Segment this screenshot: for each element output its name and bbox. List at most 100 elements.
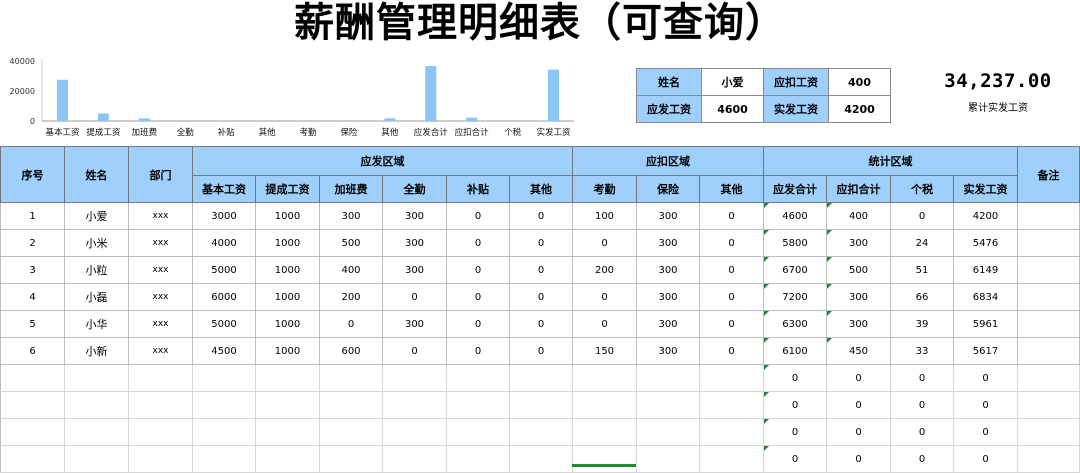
- cell-dept[interactable]: xxx: [128, 229, 193, 257]
- cell-insurance[interactable]: 300: [636, 202, 700, 230]
- cell-name[interactable]: [64, 445, 129, 473]
- cell-insurance[interactable]: [636, 364, 700, 392]
- cell-overtime[interactable]: 200: [319, 283, 383, 311]
- cell-tax[interactable]: 0: [890, 364, 954, 392]
- cell-commission[interactable]: 1000: [255, 283, 320, 311]
- cell-commission[interactable]: [255, 364, 320, 392]
- cell-other-deduct[interactable]: 0: [699, 229, 764, 257]
- cell-attendance-bonus[interactable]: 0: [382, 337, 447, 365]
- cell-deduct[interactable]: 0: [826, 418, 891, 446]
- cell-base[interactable]: 5000: [192, 256, 256, 284]
- cell-remark[interactable]: [1017, 364, 1080, 392]
- cell-other-pay[interactable]: 0: [509, 283, 573, 311]
- cell-name[interactable]: 小新: [64, 337, 129, 365]
- cell-tax[interactable]: 33: [890, 337, 954, 365]
- cell-other-deduct[interactable]: 0: [699, 202, 764, 230]
- cell-net[interactable]: 0: [953, 445, 1018, 473]
- cell-allowance[interactable]: 0: [446, 283, 510, 311]
- cell-other-deduct[interactable]: 0: [699, 310, 764, 338]
- cell-dept[interactable]: xxx: [128, 202, 193, 230]
- cell-insurance[interactable]: 300: [636, 283, 700, 311]
- cell-remark[interactable]: [1017, 229, 1080, 257]
- cell-no[interactable]: 5: [0, 310, 65, 338]
- cell-base[interactable]: 4000: [192, 229, 256, 257]
- cell-remark[interactable]: [1017, 283, 1080, 311]
- cell-tax[interactable]: 0: [890, 418, 954, 446]
- cell-dept[interactable]: xxx: [128, 283, 193, 311]
- cell-remark[interactable]: [1017, 445, 1080, 473]
- cell-base[interactable]: [192, 391, 256, 419]
- cell-attendance-bonus[interactable]: [382, 364, 447, 392]
- cell-insurance[interactable]: [636, 418, 700, 446]
- cell-net[interactable]: 5617: [953, 337, 1018, 365]
- cell-dept[interactable]: [128, 391, 193, 419]
- cell-commission[interactable]: 1000: [255, 202, 320, 230]
- cell-other-deduct[interactable]: [699, 391, 764, 419]
- cell-allowance[interactable]: [446, 445, 510, 473]
- cell-absence[interactable]: [572, 391, 637, 419]
- cell-allowance[interactable]: 0: [446, 202, 510, 230]
- cell-tax[interactable]: 51: [890, 256, 954, 284]
- cell-absence[interactable]: [572, 445, 637, 473]
- cell-no[interactable]: 4: [0, 283, 65, 311]
- cell-insurance[interactable]: 300: [636, 337, 700, 365]
- cell-dept[interactable]: [128, 418, 193, 446]
- cell-commission[interactable]: [255, 445, 320, 473]
- cell-name[interactable]: 小爱: [64, 202, 129, 230]
- cell-tax[interactable]: 0: [890, 391, 954, 419]
- cell-name[interactable]: 小磊: [64, 283, 129, 311]
- cell-overtime[interactable]: 500: [319, 229, 383, 257]
- cell-insurance[interactable]: 300: [636, 256, 700, 284]
- cell-base[interactable]: [192, 418, 256, 446]
- cell-net[interactable]: 4200: [953, 202, 1018, 230]
- cell-net[interactable]: 0: [953, 364, 1018, 392]
- cell-overtime[interactable]: [319, 445, 383, 473]
- cell-no[interactable]: [0, 418, 65, 446]
- cell-attendance-bonus[interactable]: 300: [382, 202, 447, 230]
- cell-absence[interactable]: [572, 418, 637, 446]
- cell-net[interactable]: 6834: [953, 283, 1018, 311]
- cell-attendance-bonus[interactable]: [382, 445, 447, 473]
- cell-deduct[interactable]: 0: [826, 364, 891, 392]
- cell-gross[interactable]: 5800: [763, 229, 827, 257]
- query-name-input[interactable]: 小爱: [701, 68, 764, 96]
- cell-remark[interactable]: [1017, 418, 1080, 446]
- cell-other-pay[interactable]: [509, 364, 573, 392]
- cell-net[interactable]: 6149: [953, 256, 1018, 284]
- cell-net[interactable]: 0: [953, 418, 1018, 446]
- cell-name[interactable]: [64, 364, 129, 392]
- cell-deduct[interactable]: 450: [826, 337, 891, 365]
- cell-remark[interactable]: [1017, 391, 1080, 419]
- cell-deduct[interactable]: 400: [826, 202, 891, 230]
- cell-other-pay[interactable]: [509, 418, 573, 446]
- cell-insurance[interactable]: 300: [636, 310, 700, 338]
- cell-no[interactable]: 2: [0, 229, 65, 257]
- cell-other-deduct[interactable]: 0: [699, 337, 764, 365]
- cell-absence[interactable]: 0: [572, 310, 637, 338]
- cell-no[interactable]: 3: [0, 256, 65, 284]
- cell-gross[interactable]: 4600: [763, 202, 827, 230]
- cell-dept[interactable]: xxx: [128, 337, 193, 365]
- cell-commission[interactable]: 1000: [255, 337, 320, 365]
- cell-dept[interactable]: xxx: [128, 256, 193, 284]
- cell-other-deduct[interactable]: [699, 364, 764, 392]
- cell-other-pay[interactable]: 0: [509, 256, 573, 284]
- cell-insurance[interactable]: [636, 445, 700, 473]
- cell-absence[interactable]: 0: [572, 229, 637, 257]
- cell-gross[interactable]: 0: [763, 391, 827, 419]
- cell-name[interactable]: [64, 418, 129, 446]
- cell-deduct[interactable]: 500: [826, 256, 891, 284]
- cell-no[interactable]: [0, 445, 65, 473]
- cell-deduct[interactable]: 0: [826, 445, 891, 473]
- cell-allowance[interactable]: [446, 364, 510, 392]
- cell-dept[interactable]: [128, 364, 193, 392]
- cell-remark[interactable]: [1017, 256, 1080, 284]
- cell-tax[interactable]: 0: [890, 202, 954, 230]
- cell-no[interactable]: 1: [0, 202, 65, 230]
- cell-no[interactable]: [0, 364, 65, 392]
- cell-net[interactable]: 5476: [953, 229, 1018, 257]
- cell-attendance-bonus[interactable]: 300: [382, 229, 447, 257]
- cell-absence[interactable]: 100: [572, 202, 637, 230]
- cell-absence[interactable]: 0: [572, 283, 637, 311]
- cell-allowance[interactable]: 0: [446, 229, 510, 257]
